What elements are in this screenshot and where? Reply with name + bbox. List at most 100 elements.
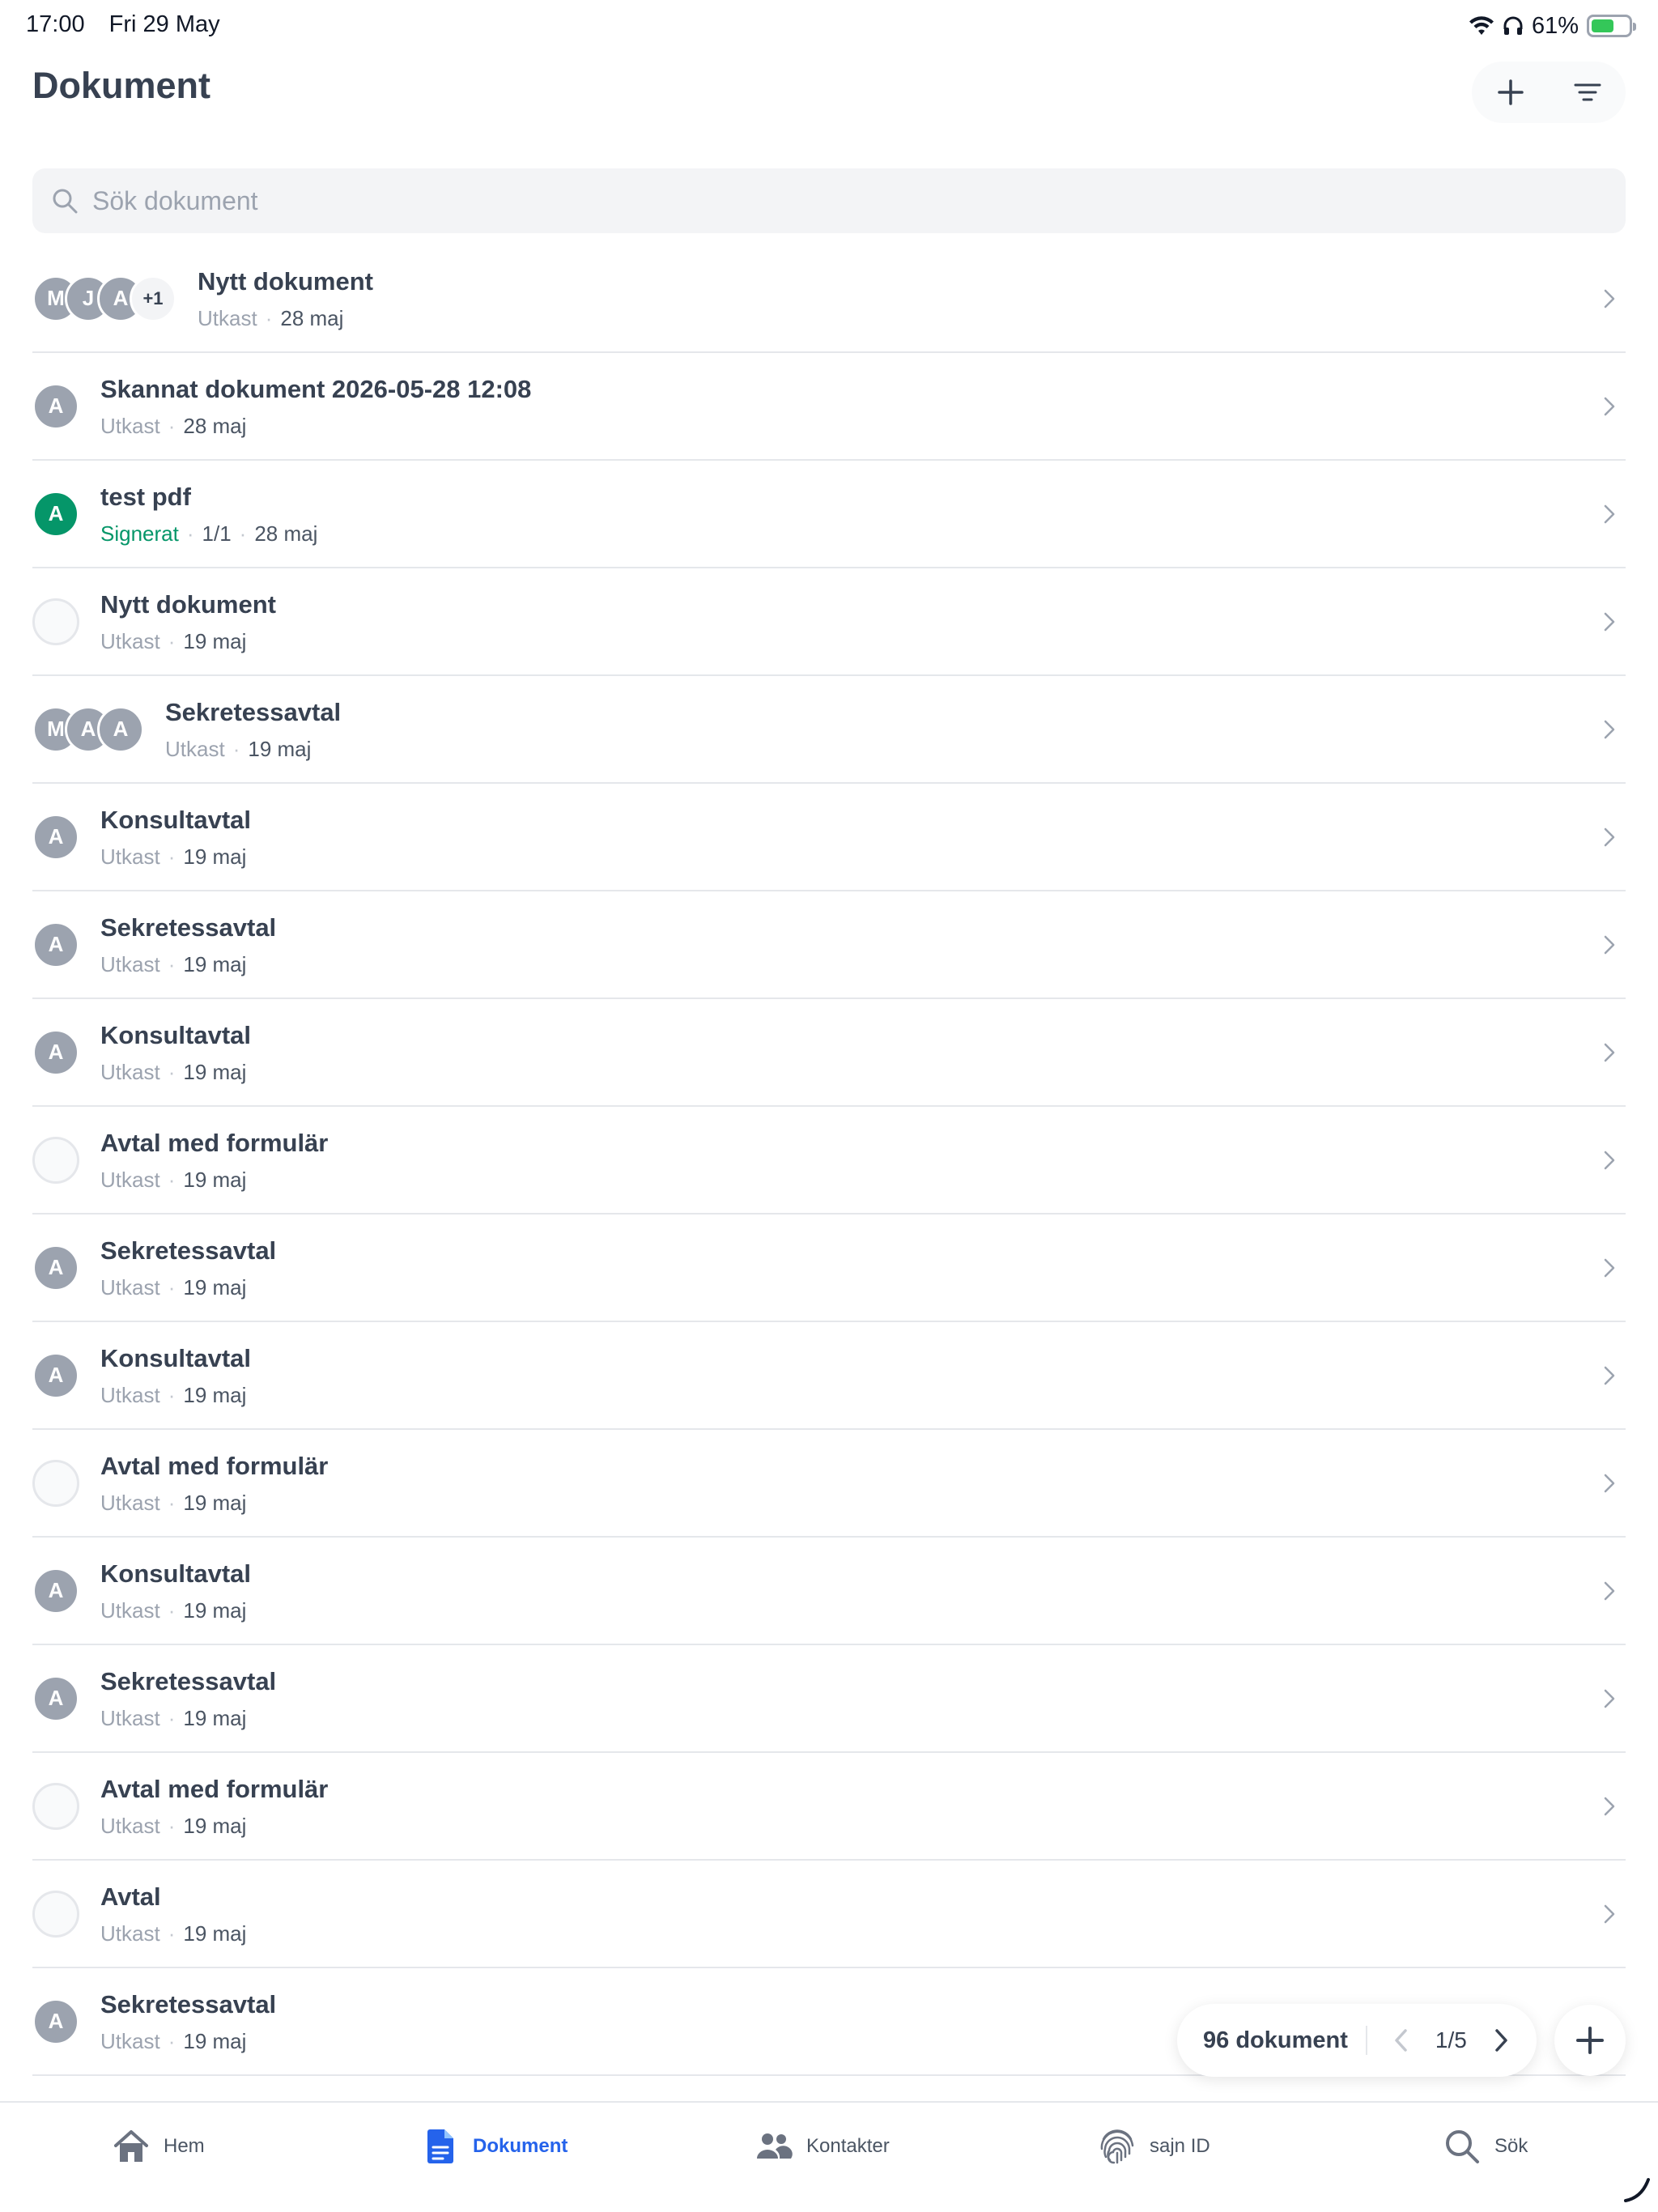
- create-document-fab[interactable]: [1554, 2005, 1626, 2076]
- headphones-icon: [1503, 16, 1523, 35]
- document-row[interactable]: A Sekretessavtal Utkast · 19 maj: [32, 1214, 1626, 1322]
- document-count: 96 dokument: [1203, 2027, 1348, 2053]
- document-title: Avtal med formulär: [100, 1774, 329, 1803]
- avatar-group: A: [32, 813, 79, 861]
- document-status: Utkast: [100, 2028, 160, 2053]
- meta-separator: ·: [168, 1921, 176, 1946]
- document-row[interactable]: A Sekretessavtal Utkast · 19 maj: [32, 891, 1626, 999]
- document-row[interactable]: A Skannat dokument 2026-05-28 12:08 Utkast…: [32, 353, 1626, 461]
- tab-label-sok: Sök: [1494, 2135, 1528, 2157]
- document-status: Utkast: [100, 1382, 160, 1407]
- chevron-right-icon: [1604, 720, 1615, 738]
- document-meta: Utkast · 19 maj: [100, 1274, 276, 1300]
- document-meta: Utkast · 28 maj: [100, 413, 531, 439]
- avatar: A: [32, 921, 79, 968]
- avatar-placeholder: [32, 598, 79, 645]
- home-icon: [112, 2127, 151, 2166]
- meta-separator: ·: [168, 1167, 176, 1192]
- tab-sok[interactable]: Sök: [1443, 2122, 1528, 2171]
- avatar: A: [32, 490, 79, 538]
- document-row[interactable]: AKonsultavtalUtkast·19 maj: [32, 784, 1626, 891]
- document-date: 19 maj: [183, 2028, 247, 2053]
- chevron-right-icon: [1604, 827, 1615, 846]
- avatar-group: A: [32, 1674, 79, 1722]
- document-meta: Utkast · 19 maj: [100, 951, 276, 977]
- document-meta: Utkast · 19 maj: [100, 628, 276, 654]
- document-row[interactable]: Avtal med formulär Utkast · 19 maj: [32, 1430, 1626, 1538]
- document-row[interactable]: Atest pdf Signerat · 1/1 · 28 maj: [32, 461, 1626, 568]
- avatar: A: [32, 1567, 79, 1614]
- page-title: Dokument: [32, 65, 211, 106]
- document-row[interactable]: M A A Sekretessavtal Utkast · 19 maj: [32, 676, 1626, 784]
- avatar: A: [32, 382, 79, 430]
- meta-separator: ·: [168, 844, 176, 869]
- document-meta: Utkast · 19 maj: [165, 736, 341, 762]
- avatar-group: [32, 1459, 79, 1507]
- meta-separator: ·: [239, 521, 247, 546]
- document-text: KonsultavtalUtkast·19 maj: [100, 1343, 251, 1408]
- document-row[interactable]: Avtal Utkast · 19 maj: [32, 1861, 1626, 1968]
- document-title: Sekretessavtal: [100, 1989, 277, 2018]
- document-row[interactable]: Avtal med formulär Utkast · 19 maj: [32, 1107, 1626, 1214]
- tab-dokument[interactable]: Dokument: [421, 2122, 568, 2171]
- document-status: Utkast: [100, 951, 160, 976]
- document-date: 19 maj: [183, 1167, 247, 1192]
- next-page-button[interactable]: [1485, 2024, 1517, 2057]
- document-title: Sekretessavtal: [165, 697, 342, 726]
- document-date: 19 maj: [183, 844, 247, 869]
- document-text: Sekretessavtal Utkast · 19 maj: [100, 1666, 276, 1731]
- document-row[interactable]: A KonsultavtalUtkast·19 maj: [32, 1322, 1626, 1430]
- tab-sajn-id[interactable]: sajn ID: [1098, 2122, 1210, 2171]
- chevron-right-icon: [1604, 1151, 1615, 1169]
- avatar-group: A: [32, 1244, 79, 1291]
- document-meta: Utkast · 19 maj: [100, 1490, 328, 1516]
- avatar-group: A: [32, 382, 79, 430]
- previous-page-button[interactable]: [1385, 2024, 1418, 2057]
- avatar-group: A: [32, 1028, 79, 1076]
- document-row[interactable]: A Sekretessavtal Utkast · 19 maj: [32, 1645, 1626, 1753]
- app-root: 17:00 Fri 29 May 61% Dokument Sök dokume…: [0, 0, 1658, 2212]
- avatar-group: A: [32, 1567, 79, 1614]
- search-input[interactable]: [92, 185, 1550, 216]
- document-text: Nytt dokument Utkast · 19 maj: [100, 589, 276, 654]
- filter-button[interactable]: [1562, 66, 1613, 118]
- tab-kontakter[interactable]: Kontakter: [755, 2122, 890, 2171]
- document-title: Avtal med formulär: [100, 1128, 329, 1157]
- document-date: 28 maj: [183, 413, 247, 438]
- document-date: 28 maj: [280, 305, 344, 330]
- chevron-right-icon: [1604, 289, 1615, 308]
- document-date: 19 maj: [183, 1059, 247, 1084]
- document-row[interactable]: Avtal med formulär Utkast · 19 maj: [32, 1753, 1626, 1861]
- document-row[interactable]: AKonsultavtalUtkast·19 maj: [32, 999, 1626, 1107]
- document-meta: Utkast · 19 maj: [100, 1813, 328, 1839]
- document-date: 19 maj: [248, 736, 312, 761]
- tab-hem[interactable]: Hem: [112, 2122, 205, 2171]
- chevron-right-icon: [1604, 1366, 1615, 1385]
- chevron-right-icon: [1604, 397, 1615, 415]
- chevron-right-icon: [1604, 612, 1615, 631]
- document-status: Utkast: [100, 1167, 160, 1192]
- add-document-button[interactable]: [1485, 66, 1537, 118]
- document-meta: Utkast · 19 maj: [100, 2028, 276, 2054]
- tab-bar: Hem Dokument Kontakter sajn ID Sök: [0, 2101, 1658, 2212]
- document-row[interactable]: AKonsultavtalUtkast·19 maj: [32, 1538, 1626, 1645]
- document-date: 19 maj: [183, 1382, 247, 1407]
- resize-handle-icon[interactable]: [1621, 2173, 1653, 2206]
- document-date: 19 maj: [183, 1490, 247, 1515]
- avatar: A: [32, 1351, 79, 1399]
- page-indicator: 1/5: [1435, 2027, 1467, 2052]
- document-text: Avtal Utkast · 19 maj: [100, 1882, 246, 1946]
- document-status: Utkast: [100, 1059, 160, 1084]
- document-status: Utkast: [100, 1705, 160, 1730]
- document-row[interactable]: Nytt dokument Utkast · 19 maj: [32, 568, 1626, 676]
- document-text: Sekretessavtal Utkast · 19 maj: [100, 1989, 276, 2054]
- wifi-icon: [1469, 16, 1494, 35]
- document-row[interactable]: M J A +1 Nytt dokument Utkast · 28 maj: [32, 245, 1626, 353]
- document-text: Avtal med formulär Utkast · 19 maj: [100, 1451, 328, 1516]
- pagination: 96 dokument 1/5: [1177, 2004, 1537, 2077]
- document-row[interactable]: AKonsultavtalUtkast·19 maj: [32, 2076, 1626, 2097]
- document-status: Utkast: [100, 628, 160, 653]
- document-status: Signerat: [100, 521, 179, 546]
- battery-level: [1592, 19, 1613, 32]
- document-text: KonsultavtalUtkast·19 maj: [100, 2097, 251, 2098]
